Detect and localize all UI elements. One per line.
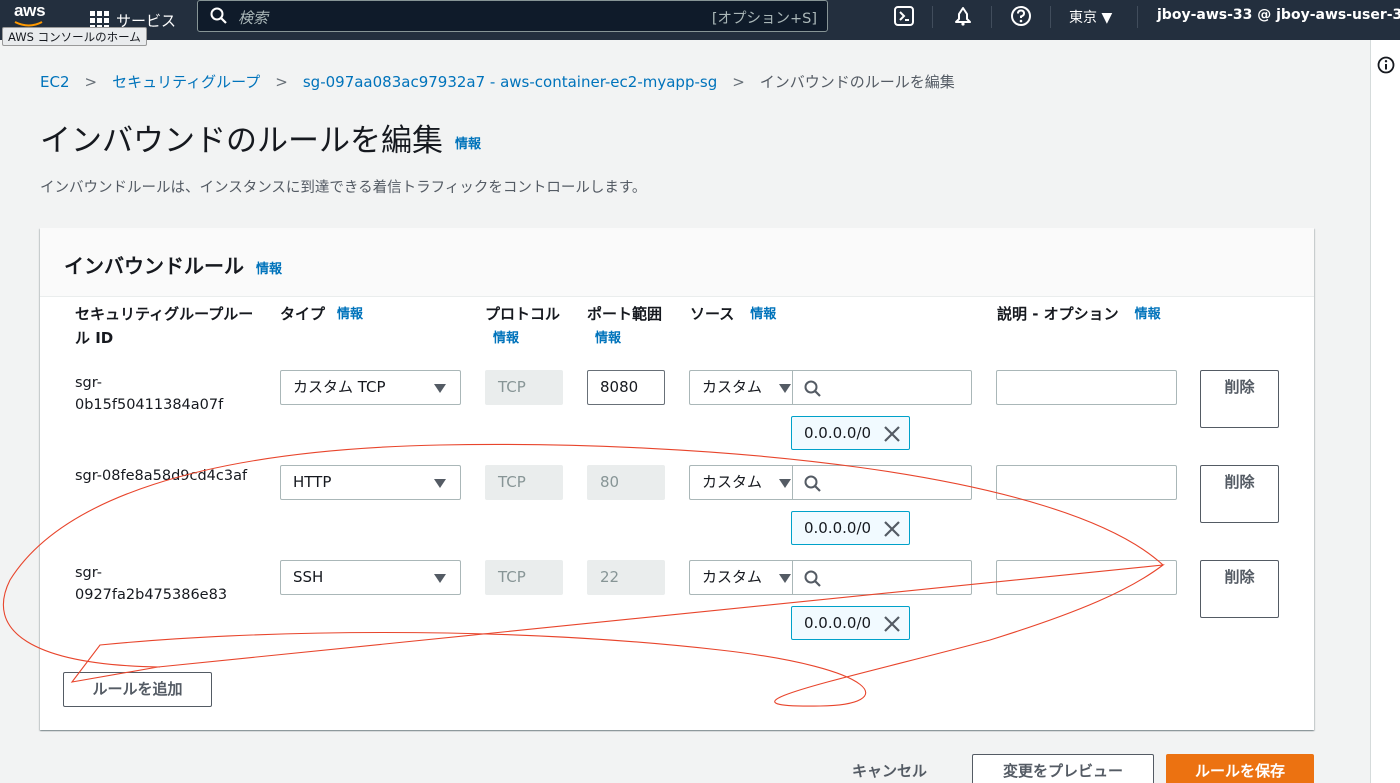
top-navigation: aws サービス 検索 [オプション+S] 東京 ▼ jboy-aws-33 @… bbox=[0, 0, 1400, 40]
protocol-header-label: プロトコル bbox=[485, 305, 561, 323]
search-icon bbox=[210, 7, 227, 24]
dropdown-caret-icon bbox=[779, 574, 791, 583]
delete-rule-button[interactable]: 削除 bbox=[1200, 370, 1279, 428]
rule-id: sgr- 0b15f50411384a07f bbox=[75, 375, 224, 413]
search-icon bbox=[804, 570, 821, 587]
description-input[interactable] bbox=[996, 465, 1177, 500]
type-info-link[interactable]: 情報 bbox=[337, 307, 363, 322]
cancel-button[interactable]: キャンセル bbox=[852, 760, 927, 781]
delete-rule-button[interactable]: 削除 bbox=[1200, 560, 1279, 618]
panel-title: インバウンドルール bbox=[64, 254, 244, 278]
preview-changes-button[interactable]: 変更をプレビュー bbox=[972, 754, 1154, 783]
dropdown-caret-icon bbox=[779, 479, 791, 488]
type-select[interactable]: SSH bbox=[280, 560, 461, 595]
cidr-search-input[interactable] bbox=[792, 370, 972, 405]
chevron-right-icon: > bbox=[275, 72, 288, 91]
column-header-rule-id: セキュリティグループルール ID bbox=[75, 305, 254, 347]
source-select[interactable]: カスタム bbox=[689, 560, 792, 595]
search-input[interactable]: 検索 [オプション+S] bbox=[197, 0, 828, 32]
search-shortcut: [オプション+S] bbox=[711, 11, 817, 27]
panel-info-link[interactable]: 情報 bbox=[256, 262, 282, 277]
home-tooltip: AWS コンソールのホーム bbox=[2, 27, 147, 46]
description-info-link[interactable]: 情報 bbox=[1135, 307, 1161, 322]
cidr-token: 0.0.0.0/0 bbox=[791, 511, 910, 545]
rule-id: sgr- 0927fa2b475386e83 bbox=[75, 565, 228, 603]
nav-divider bbox=[932, 6, 933, 28]
port-range-field: 80 bbox=[587, 465, 665, 500]
cidr-token: 0.0.0.0/0 bbox=[791, 416, 910, 450]
close-icon[interactable] bbox=[883, 615, 901, 633]
protocol-field: TCP bbox=[485, 560, 563, 595]
add-rule-button[interactable]: ルールを追加 bbox=[63, 672, 212, 707]
save-rules-button[interactable]: ルールを保存 bbox=[1166, 754, 1314, 783]
search-placeholder: 検索 bbox=[238, 9, 269, 27]
nav-divider bbox=[1137, 6, 1138, 28]
port-header-label: ポート範囲 bbox=[587, 305, 663, 323]
info-icon[interactable] bbox=[1377, 56, 1395, 74]
nav-divider bbox=[1050, 6, 1051, 28]
column-header-description: 説明 - オプション 情報 bbox=[997, 302, 1161, 327]
port-range-input[interactable]: 8080 bbox=[587, 370, 665, 405]
help-icon[interactable] bbox=[1010, 5, 1032, 27]
type-select[interactable]: HTTP bbox=[280, 465, 461, 500]
source-info-link[interactable]: 情報 bbox=[750, 307, 776, 322]
close-icon[interactable] bbox=[883, 520, 901, 538]
protocol-field: TCP bbox=[485, 370, 563, 405]
source-select[interactable]: カスタム bbox=[689, 465, 792, 500]
page-title: インバウンドのルールを編集 bbox=[40, 123, 443, 159]
page-info-link[interactable]: 情報 bbox=[455, 137, 481, 152]
dropdown-caret-icon bbox=[779, 384, 791, 393]
port-info-link[interactable]: 情報 bbox=[595, 331, 621, 346]
account-menu[interactable]: jboy-aws-33 @ jboy-aws-user-33 ▼ bbox=[1157, 7, 1400, 23]
cidr-search-input[interactable] bbox=[792, 560, 972, 595]
breadcrumb: EC2 > セキュリティグループ > sg-097aa083ac97932a7 … bbox=[40, 71, 955, 92]
source-header-label: ソース bbox=[690, 305, 735, 323]
protocol-field: TCP bbox=[485, 465, 563, 500]
rule-id: sgr-08fe8a58d9cd4c3af bbox=[75, 468, 248, 484]
column-header-source: ソース 情報 bbox=[690, 302, 776, 327]
page-description: インバウンドルールは、インスタンスに到達できる着信トラフィックをコントロールしま… bbox=[40, 180, 647, 196]
column-header-protocol: プロトコル情報 bbox=[485, 302, 570, 351]
column-header-type: タイプ 情報 bbox=[280, 302, 363, 327]
cidr-search-input[interactable] bbox=[792, 465, 972, 500]
help-panel-rail bbox=[1370, 40, 1400, 783]
dropdown-caret-icon bbox=[434, 479, 446, 488]
page-title-row: インバウンドのルールを編集 情報 bbox=[40, 115, 481, 160]
panel-title-row: インバウンドルール 情報 bbox=[64, 250, 282, 279]
dropdown-caret-icon bbox=[434, 384, 446, 393]
breadcrumb-security-group[interactable]: sg-097aa083ac97932a7 - aws-container-ec2… bbox=[303, 73, 717, 91]
breadcrumb-ec2[interactable]: EC2 bbox=[40, 73, 70, 91]
cloudshell-icon[interactable] bbox=[893, 5, 915, 27]
description-input[interactable] bbox=[996, 560, 1177, 595]
search-icon bbox=[804, 475, 821, 492]
delete-rule-button[interactable]: 削除 bbox=[1200, 465, 1279, 523]
breadcrumb-current: インバウンドのルールを編集 bbox=[759, 73, 955, 91]
port-range-field: 22 bbox=[587, 560, 665, 595]
protocol-info-link[interactable]: 情報 bbox=[493, 331, 519, 346]
type-select[interactable]: カスタム TCP bbox=[280, 370, 461, 405]
description-input[interactable] bbox=[996, 370, 1177, 405]
panel-header: インバウンドルール 情報 bbox=[40, 228, 1314, 297]
breadcrumb-security-groups[interactable]: セキュリティグループ bbox=[112, 71, 260, 92]
region-selector[interactable]: 東京 ▼ bbox=[1069, 7, 1112, 27]
close-icon[interactable] bbox=[883, 425, 901, 443]
chevron-right-icon: > bbox=[84, 72, 98, 91]
bell-icon[interactable] bbox=[952, 5, 974, 27]
type-header-label: タイプ bbox=[280, 305, 326, 323]
column-header-port: ポート範囲情報 bbox=[587, 302, 667, 351]
chevron-right-icon: > bbox=[732, 72, 745, 91]
nav-divider bbox=[991, 6, 992, 28]
cidr-token: 0.0.0.0/0 bbox=[791, 606, 910, 640]
description-header-label: 説明 - オプション bbox=[997, 305, 1119, 323]
source-select[interactable]: カスタム bbox=[689, 370, 792, 405]
dropdown-caret-icon bbox=[434, 574, 446, 583]
search-icon bbox=[804, 380, 821, 397]
